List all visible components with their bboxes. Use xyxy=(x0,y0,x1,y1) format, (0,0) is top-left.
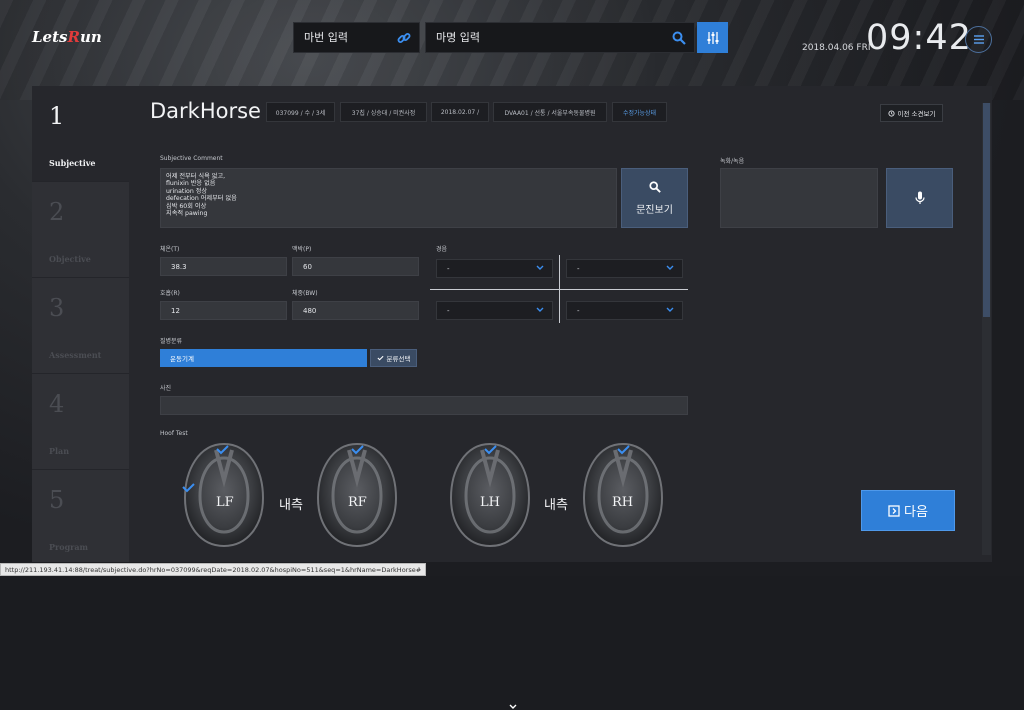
status-badge: 수정가능상태 xyxy=(612,102,667,122)
pain-label: 경음 xyxy=(436,246,448,253)
horse-name-title: DarkHorse xyxy=(150,99,261,123)
respiration-field[interactable]: 12 xyxy=(160,301,287,320)
inquiry-button[interactable]: 문진보기 xyxy=(621,168,688,228)
step-assessment[interactable]: 3 Assessment xyxy=(32,278,129,374)
category-label: 질병분류 xyxy=(160,338,183,345)
category-select-button[interactable]: 분류선택 xyxy=(370,349,417,367)
recording-area[interactable] xyxy=(720,168,878,228)
hoof-label-lf: LF xyxy=(216,495,234,510)
step-label: Program xyxy=(49,542,89,552)
horse-name-input[interactable] xyxy=(436,31,669,44)
record-label: 녹화/녹음 xyxy=(720,158,745,165)
category-selected-value: 운동기계 xyxy=(170,355,194,363)
inner-side-label-hind: 내측 xyxy=(544,498,568,513)
pulse-label: 맥박(P) xyxy=(292,246,312,253)
step-number: 1 xyxy=(49,102,65,130)
info-chip-trainer: 37칩 / 싱승대 / 미권사정 xyxy=(340,102,427,122)
horse-number-input[interactable] xyxy=(304,31,408,44)
link-icon[interactable] xyxy=(397,31,411,45)
chevron-down-icon xyxy=(536,307,544,312)
pain-select-2[interactable]: - xyxy=(566,259,683,278)
logo-text-lets: Lets xyxy=(32,28,68,46)
pain-select-4[interactable]: - xyxy=(566,301,683,320)
quadrant-divider-horizontal xyxy=(430,289,688,290)
category-button-label: 분류선택 xyxy=(386,355,411,363)
pain-select-3[interactable]: - xyxy=(436,301,553,320)
logo-text-un: un xyxy=(79,28,102,46)
search-icon xyxy=(648,180,661,193)
inner-side-label-front: 내측 xyxy=(279,498,303,513)
info-chip-hospital: DVAA01 / 선통 / 서울부속동물병원 xyxy=(493,102,607,122)
step-number: 2 xyxy=(49,198,65,226)
previous-findings-button[interactable]: 이전 소견보기 xyxy=(880,104,943,122)
photo-field[interactable] xyxy=(160,396,688,415)
step-number: 3 xyxy=(49,294,65,322)
step-label: Subjective xyxy=(49,158,96,168)
status-bar-url: http://211.193.41.14:88/treat/subjective… xyxy=(0,563,427,576)
microphone-icon xyxy=(914,191,925,204)
search-icon[interactable] xyxy=(672,31,686,45)
inquiry-button-label: 문진보기 xyxy=(636,204,673,216)
select-value: - xyxy=(577,306,580,315)
check-icon xyxy=(377,355,384,361)
current-date: 2018.04.06 FRI xyxy=(802,43,871,53)
step-nav: 1 Subjective 2 Objective 3 Assessment 4 … xyxy=(32,86,129,566)
select-value: - xyxy=(577,264,580,273)
weight-field[interactable]: 480 xyxy=(292,301,419,320)
logo-text-r: R xyxy=(67,28,80,46)
app-logo[interactable]: LetsRun xyxy=(32,28,102,46)
step-number: 5 xyxy=(49,486,65,514)
disease-category-select[interactable]: 운동기계 xyxy=(160,349,517,709)
respiration-label: 호흡(R) xyxy=(160,290,180,297)
temperature-field[interactable]: 38.3 xyxy=(160,257,287,276)
comment-label: Subjective Comment xyxy=(160,155,223,162)
current-time: 09:42 xyxy=(866,18,972,58)
temperature-label: 체온(T) xyxy=(160,246,180,253)
chevron-down-icon xyxy=(666,307,674,312)
filter-button[interactable] xyxy=(697,22,728,53)
step-objective[interactable]: 2 Objective xyxy=(32,182,129,278)
select-value: - xyxy=(447,264,450,273)
chevron-down-icon xyxy=(509,704,517,709)
hoof-label-rh: RH xyxy=(612,495,634,510)
step-label: Objective xyxy=(49,254,91,264)
menu-button[interactable] xyxy=(965,26,992,53)
next-arrow-icon xyxy=(888,504,900,517)
previous-findings-label: 이전 소견보기 xyxy=(897,110,936,118)
info-chip-date: 2018.02.07 / xyxy=(431,102,489,122)
weight-label: 체중(BW) xyxy=(292,290,318,297)
step-label: Assessment xyxy=(49,350,102,360)
info-chip-id: 037099 / 수 / 3세 xyxy=(266,102,335,122)
history-icon xyxy=(887,109,895,117)
step-label: Plan xyxy=(49,446,70,456)
hoof-label-lh: LH xyxy=(480,495,500,510)
scrollbar[interactable] xyxy=(982,103,991,555)
subjective-comment-textarea[interactable]: 어제 전부터 식욕 없고, flunixin 반응 없음 urination 정… xyxy=(160,168,617,228)
scrollbar-thumb[interactable] xyxy=(983,103,990,317)
pulse-field[interactable]: 60 xyxy=(292,257,419,276)
step-number: 4 xyxy=(49,390,65,418)
horse-name-search xyxy=(425,22,695,53)
next-button-label: 다음 xyxy=(904,505,928,520)
pain-select-1[interactable]: - xyxy=(436,259,553,278)
hoof-label-rf: RF xyxy=(348,495,367,510)
photo-label: 사진 xyxy=(160,385,172,392)
step-plan[interactable]: 4 Plan xyxy=(32,374,129,470)
hamburger-icon xyxy=(973,35,984,44)
next-button[interactable]: 다음 xyxy=(861,490,955,531)
step-subjective[interactable]: 1 Subjective xyxy=(32,86,129,182)
record-button[interactable] xyxy=(886,168,953,228)
sliders-icon xyxy=(707,31,718,44)
chevron-down-icon xyxy=(666,265,674,270)
select-value: - xyxy=(447,306,450,315)
horse-number-search xyxy=(293,22,420,53)
step-program[interactable]: 5 Program xyxy=(32,470,129,566)
chevron-down-icon xyxy=(536,265,544,270)
hoof-test-label: Hoof Test xyxy=(160,430,188,437)
